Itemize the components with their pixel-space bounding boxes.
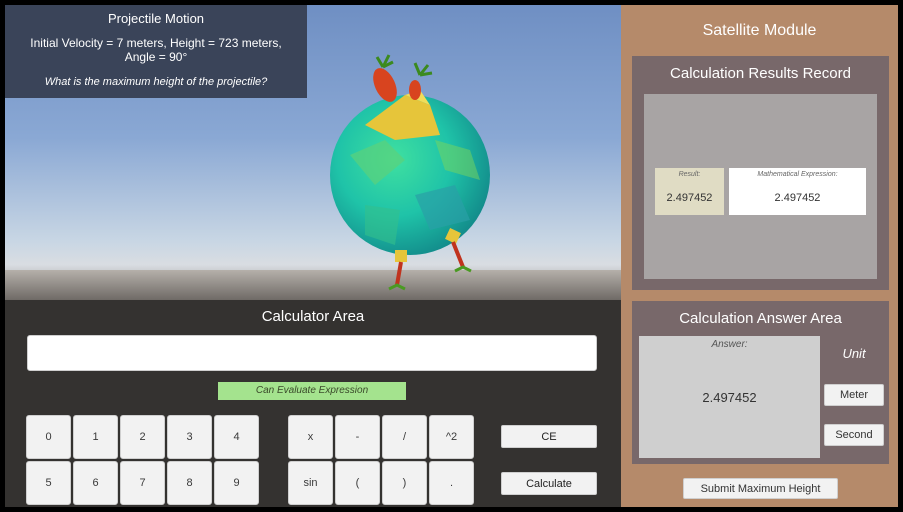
result-value: 2.497452 [666,192,713,204]
submit-max-height-button[interactable]: Submit Maximum Height [683,478,838,499]
key-divide[interactable]: / [382,415,427,459]
key-square[interactable]: ^2 [429,415,474,459]
key-sin[interactable]: sin [288,461,333,505]
module-title: Satellite Module [702,22,817,39]
key-3[interactable]: 3 [167,415,212,459]
calculator-area: Calculator Area Can Evaluate Expression … [5,300,621,507]
evaluation-status: Can Evaluate Expression [218,382,406,400]
unit-label: Unit [842,346,866,361]
key-1[interactable]: 1 [73,415,118,459]
key-9[interactable]: 9 [214,461,259,505]
result-card: Result: 2.497452 [655,168,724,215]
app-frame: Projectile Motion Initial Velocity = 7 m… [5,5,898,507]
key-minus[interactable]: - [335,415,380,459]
question-description: Initial Velocity = 7 meters, Height = 72… [30,36,282,64]
key-5[interactable]: 5 [26,461,71,505]
expression-input[interactable] [27,335,597,371]
question-prompt: What is the maximum height of the projec… [44,76,268,88]
second-button[interactable]: Second [824,424,884,446]
key-6[interactable]: 6 [73,461,118,505]
question-title: Projectile Motion [107,11,205,26]
answer-label: Answer: [711,339,748,350]
expression-card: Mathematical Expression: 2.497452 [729,168,866,215]
scene-viewport: Projectile Motion Initial Velocity = 7 m… [5,5,621,300]
results-record-panel: Calculation Results Record Result: 2.497… [632,56,889,290]
expression-label: Mathematical Expression: [757,171,838,178]
key-4[interactable]: 4 [214,415,259,459]
results-record-title: Calculation Results Record [670,65,851,82]
key-8[interactable]: 8 [167,461,212,505]
clear-entry-button[interactable]: CE [501,425,597,448]
satellite-module-panel: Satellite Module Calculation Results Rec… [621,5,898,507]
meter-button[interactable]: Meter [824,384,884,406]
results-record-list[interactable]: Result: 2.497452 Mathematical Expression… [644,94,877,279]
key-open-paren[interactable]: ( [335,461,380,505]
answer-panel: Calculation Answer Area Answer: 2.497452… [632,301,889,464]
key-0[interactable]: 0 [26,415,71,459]
answer-panel-title: Calculation Answer Area [679,310,842,327]
answer-value: 2.497452 [702,390,757,405]
key-close-paren[interactable]: ) [382,461,427,505]
calculate-button[interactable]: Calculate [501,472,597,495]
key-2[interactable]: 2 [120,415,165,459]
key-7[interactable]: 7 [120,461,165,505]
key-decimal[interactable]: . [429,461,474,505]
question-panel: Projectile Motion Initial Velocity = 7 m… [5,5,307,98]
result-label: Result: [678,171,701,178]
calculator-title: Calculator Area [261,308,365,325]
answer-drop-area[interactable]: Answer: 2.497452 [639,336,820,458]
expression-value: 2.497452 [774,192,821,204]
key-multiply[interactable]: x [288,415,333,459]
planet-character [330,54,490,291]
